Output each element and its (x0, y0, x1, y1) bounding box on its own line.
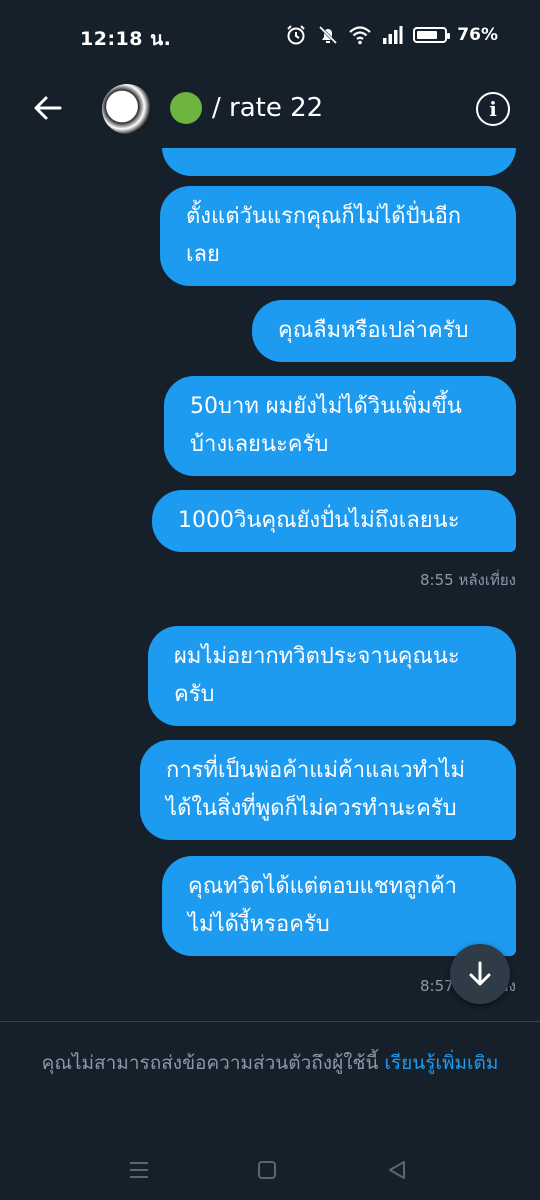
message-line: 50บาท ผมยังไม่ได้วินเพิ่มขึ้น (190, 394, 462, 419)
dm-restricted-text: คุณไม่สามารถส่งข้อความส่วนตัวถึงผู้ใช้นี… (41, 1052, 379, 1074)
message-line: เลย (186, 242, 220, 267)
message-line: คุณลืมหรือเปล่าครับ (278, 318, 469, 343)
arrow-down-icon (469, 961, 491, 986)
wifi-icon (349, 24, 372, 46)
nav-recents-button[interactable] (124, 1155, 154, 1185)
footer-divider (0, 1021, 540, 1022)
battery-icon (413, 27, 451, 43)
mute-bell-icon (317, 24, 339, 46)
nav-home-button[interactable] (252, 1155, 282, 1185)
signal-icon (381, 24, 403, 46)
message-line: ผมไม่อยากทวิตประจานคุณนะ (174, 644, 460, 669)
message-bubble[interactable]: 1000วินคุณยังปั่นไม่ถึงเลยนะ (152, 490, 516, 552)
scroll-down-button[interactable] (450, 944, 510, 1004)
message-line: บ้างเลยนะครับ (190, 432, 329, 457)
message-line: คุณทวิตได้แต่ตอบแชทลูกค้า (188, 874, 458, 899)
message-bubble[interactable]: การที่เป็นพ่อค้าแม่ค้าแลเวทำไม่ ได้ในสิ่… (140, 740, 516, 840)
message-bubble[interactable]: ผมไม่อยากทวิตประจานคุณนะ ครับ (148, 626, 516, 726)
info-button[interactable]: i (476, 92, 510, 126)
square-icon (258, 1161, 276, 1179)
learn-more-link[interactable]: เรียนรู้เพิ่มเติม (384, 1052, 498, 1074)
dm-restricted-notice: คุณไม่สามารถส่งข้อความส่วนตัวถึงผู้ใช้นี… (20, 1046, 520, 1080)
message-bubble[interactable]: คุณทวิตได้แต่ตอบแชทลูกค้า ไม่ได้งี้หรอคร… (162, 856, 516, 956)
avatar[interactable] (102, 84, 152, 134)
status-icons: 76% (285, 24, 498, 46)
triangle-back-icon (389, 1161, 405, 1179)
message-bubble[interactable]: 50บาท ผมยังไม่ได้วินเพิ่มขึ้น บ้างเลยนะค… (164, 376, 516, 476)
chat-header: / rate 22 i (0, 72, 540, 148)
info-icon: i (489, 97, 497, 121)
system-nav-bar (0, 1140, 540, 1200)
chat-title-group[interactable]: / rate 22 (170, 92, 323, 124)
message-line: ไม่ได้งี้หรอครับ (188, 912, 330, 937)
message-line: ครับ (174, 682, 215, 707)
back-button[interactable] (30, 90, 66, 126)
status-dot-icon (170, 92, 202, 124)
status-bar: 12:18 น. 76% (0, 0, 540, 72)
message-line: ตั้งแต่วันแรกคุณก็ไม่ได้ปั่นอีก (186, 204, 462, 229)
status-time: 12:18 น. (80, 28, 172, 50)
battery-fill (417, 31, 438, 39)
message-bubble[interactable]: ตั้งแต่วันแรกคุณก็ไม่ได้ปั่นอีก เลย (160, 186, 516, 286)
message-list[interactable]: ตั้งแต่วันแรกคุณก็ไม่ได้ปั่นอีก เลย คุณล… (0, 148, 540, 1022)
battery-percent: 76% (457, 25, 498, 45)
message-bubble-partial[interactable] (162, 148, 516, 176)
message-line: 1000วินคุณยังปั่นไม่ถึงเลยนะ (178, 508, 460, 533)
message-line: ได้ในสิ่งที่พูดก็ไม่ควรทำนะครับ (166, 796, 457, 821)
nav-back-button[interactable] (382, 1155, 412, 1185)
chat-screen: 12:18 น. 76% / rate 22 i ตั้งแต่วันแรกคุ… (0, 0, 540, 1200)
chat-title: / rate 22 (212, 93, 324, 123)
message-timestamp: 8:55 หลังเที่ยง (420, 571, 516, 589)
arrow-left-icon (34, 96, 62, 120)
alarm-icon (285, 24, 307, 46)
message-line: การที่เป็นพ่อค้าแม่ค้าแลเวทำไม่ (166, 758, 466, 783)
menu-icon (130, 1162, 148, 1178)
message-bubble[interactable]: คุณลืมหรือเปล่าครับ (252, 300, 516, 362)
